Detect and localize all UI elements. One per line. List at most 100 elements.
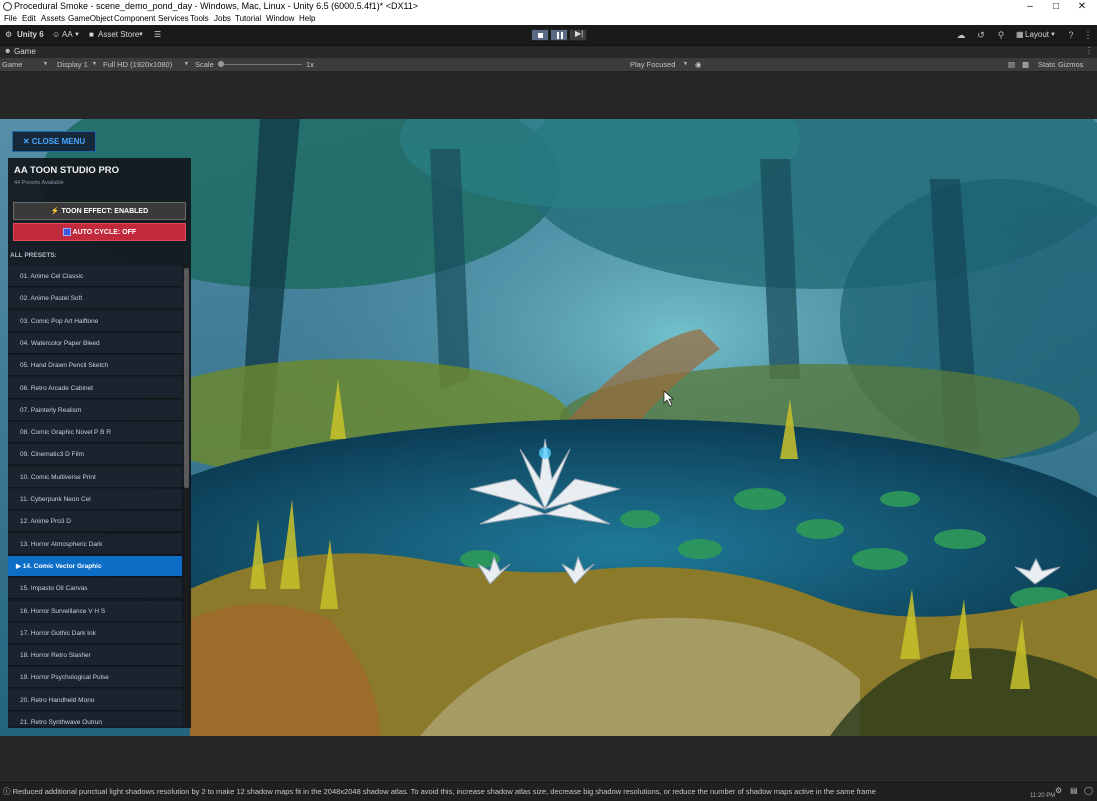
chevron-down-icon: ▼ — [138, 32, 144, 38]
game-mode-dropdown[interactable]: Game — [2, 58, 22, 71]
unity-version-button[interactable]: Unity 6 — [17, 29, 44, 41]
progress-icon[interactable]: ◯ — [1084, 786, 1093, 795]
preset-item[interactable]: 01. Anime Cel Classic — [8, 266, 182, 287]
preset-item[interactable]: 05. Hand Drawn Pencil Sketch — [8, 355, 182, 377]
tab-game[interactable]: Game — [2, 46, 36, 58]
preset-item[interactable]: 08. Comic Graphic Novel P B R — [8, 422, 182, 444]
stop-square-icon — [62, 228, 71, 237]
menu-file[interactable]: File — [4, 13, 17, 25]
menu-window[interactable]: Window — [266, 13, 294, 25]
menu-component[interactable]: Component — [114, 13, 155, 25]
chevron-down-icon: ▼ — [92, 61, 97, 67]
clock-time: 11:20 PM — [1030, 793, 1056, 799]
maximize-icon[interactable]: □ — [1043, 0, 1069, 13]
preset-item[interactable]: 09. Cinematic3 D Film — [8, 444, 182, 466]
window-title-bar: Procedural Smoke - scene_demo_pond_day -… — [0, 0, 1097, 13]
menu-edit[interactable]: Edit — [22, 13, 36, 25]
play-button[interactable] — [531, 29, 549, 41]
resolution-dropdown[interactable]: Full HD (1920x1080) — [103, 58, 172, 71]
preset-item[interactable]: 04. Watercolor Paper Bleed — [8, 332, 182, 354]
preset-item[interactable]: 18. Horror Retro Slasher — [8, 645, 182, 667]
preset-item[interactable]: 11. Cyberpunk Neon Cel — [8, 489, 182, 510]
preset-item[interactable]: 02. Anime Pastel Soft — [8, 288, 182, 310]
preset-item[interactable]: 13. Horror Atmospheric Dark — [8, 533, 182, 555]
mute-audio-icon[interactable]: ◉ — [695, 58, 702, 71]
chevron-down-icon: ▼ — [683, 61, 688, 67]
preset-item[interactable]: 15. Impasto Oil Canvas — [8, 578, 182, 600]
close-menu-button[interactable]: ✕ CLOSE MENU — [12, 131, 96, 152]
account-button[interactable]: AA — [62, 29, 73, 41]
toon-effect-toggle[interactable]: ⚡ TOON EFFECT: ENABLED — [13, 202, 186, 220]
menu-help[interactable]: Help — [299, 13, 315, 25]
layout-icon: ▦ — [1016, 30, 1024, 39]
tab-options-icon[interactable]: ⋮ — [1085, 46, 1093, 55]
pause-button[interactable] — [550, 29, 568, 41]
menu-bar: File Edit Assets GameObject Component Se… — [0, 13, 1097, 25]
preset-list-scrollbar[interactable] — [184, 266, 189, 726]
menu-tutorial[interactable]: Tutorial — [235, 13, 261, 25]
package-icon[interactable]: ☰ — [154, 29, 161, 41]
preset-item[interactable]: 07. Painterly Realism — [8, 399, 182, 421]
all-presets-heading: ALL PRESETS: — [10, 252, 57, 259]
menu-assets[interactable]: Assets — [41, 13, 65, 25]
scale-slider-handle[interactable] — [218, 61, 224, 67]
minimize-icon[interactable]: – — [1017, 0, 1043, 13]
history-icon[interactable]: ↺ — [976, 30, 986, 40]
menu-services[interactable]: Services — [158, 13, 189, 25]
lightning-icon: ⚡ — [50, 208, 60, 215]
auto-cycle-toggle[interactable]: AUTO CYCLE: OFF — [13, 223, 186, 241]
preset-item[interactable]: 10. Comic Multiverse Print — [8, 466, 182, 488]
play-focused-dropdown[interactable]: Play Focused — [630, 58, 675, 71]
preset-item[interactable]: 20. Retro Handheld Mono — [8, 689, 182, 711]
layout-dropdown[interactable]: Layout — [1025, 29, 1049, 41]
toon-effect-label: TOON EFFECT: ENABLED — [61, 208, 149, 215]
auto-cycle-label: AUTO CYCLE: OFF — [72, 229, 137, 236]
preset-item[interactable]: ▶ 14. Comic Vector Graphic — [8, 555, 182, 577]
scale-value: 1x — [306, 60, 314, 69]
menu-tools[interactable]: Tools — [190, 13, 209, 25]
unity-app-icon — [3, 2, 12, 11]
panel-subtitle: 44 Presets Available — [14, 180, 64, 186]
close-window-icon[interactable]: ✕ — [1069, 0, 1095, 13]
menu-gameobject[interactable]: GameObject — [68, 13, 113, 25]
pause-icon — [557, 32, 559, 39]
gizmos-button[interactable]: Gizmos — [1058, 58, 1083, 71]
display-dropdown[interactable]: Display 1 — [57, 58, 88, 71]
scale-label: Scale — [195, 60, 214, 69]
info-icon: ⓘ — [3, 787, 11, 796]
chevron-down-icon: ▼ — [43, 61, 48, 67]
asset-store-icon: ■ — [89, 30, 94, 39]
console-icon[interactable]: ▤ — [1070, 786, 1078, 795]
console-message[interactable]: ⓘ Reduced additional punctual light shad… — [3, 786, 876, 797]
account-icon[interactable]: ☺ — [52, 29, 60, 41]
console-message-text: Reduced additional punctual light shadow… — [12, 787, 876, 796]
scale-slider[interactable] — [218, 61, 302, 67]
preset-item[interactable]: 12. Anime Pro3 D — [8, 511, 182, 533]
preset-item[interactable]: 03. Comic Pop Art Halftone — [8, 310, 182, 332]
toon-presets-panel: AA TOON STUDIO PRO 44 Presets Available … — [8, 158, 191, 728]
step-button[interactable]: ▶| — [569, 29, 587, 41]
step-icon: ▶| — [575, 29, 584, 38]
help-icon[interactable]: ? — [1066, 30, 1076, 40]
search-icon[interactable]: ⚲ — [996, 30, 1006, 40]
preset-item[interactable]: 21. Retro Synthwave Outrun — [8, 712, 182, 726]
more-options-icon[interactable]: ⋮ — [1083, 30, 1093, 40]
game-tab-row: ☻ Game ⋮ — [0, 46, 1097, 58]
cloud-icon[interactable]: ☁ — [956, 30, 966, 40]
chevron-down-icon: ▼ — [1050, 32, 1056, 38]
window-title: Procedural Smoke - scene_demo_pond_day -… — [14, 1, 419, 11]
vr-icon[interactable]: ▤ — [1008, 58, 1015, 71]
aspect-icon[interactable]: ▩ — [1022, 58, 1029, 71]
preset-item[interactable]: 16. Horror Surveillance V H S — [8, 600, 182, 622]
preset-item[interactable]: 19. Horror Psychological Pulse — [8, 667, 182, 689]
scrollbar-thumb[interactable] — [184, 268, 189, 488]
debug-icon[interactable]: ⚙ — [1055, 786, 1062, 795]
asset-store-button[interactable]: Asset Store — [98, 29, 139, 41]
stats-button[interactable]: Stats — [1038, 58, 1055, 71]
stop-icon — [538, 33, 543, 38]
preset-item[interactable]: 17. Horror Gothic Dark Ink — [8, 622, 182, 644]
preset-item[interactable]: 06. Retro Arcade Cabinet — [8, 377, 182, 399]
status-bar: ⓘ Reduced additional punctual light shad… — [0, 782, 1097, 801]
menu-jobs[interactable]: Jobs — [214, 13, 231, 25]
game-view-controls: Game ▼ Display 1 ▼ Full HD (1920x1080) ▼… — [0, 58, 1097, 72]
